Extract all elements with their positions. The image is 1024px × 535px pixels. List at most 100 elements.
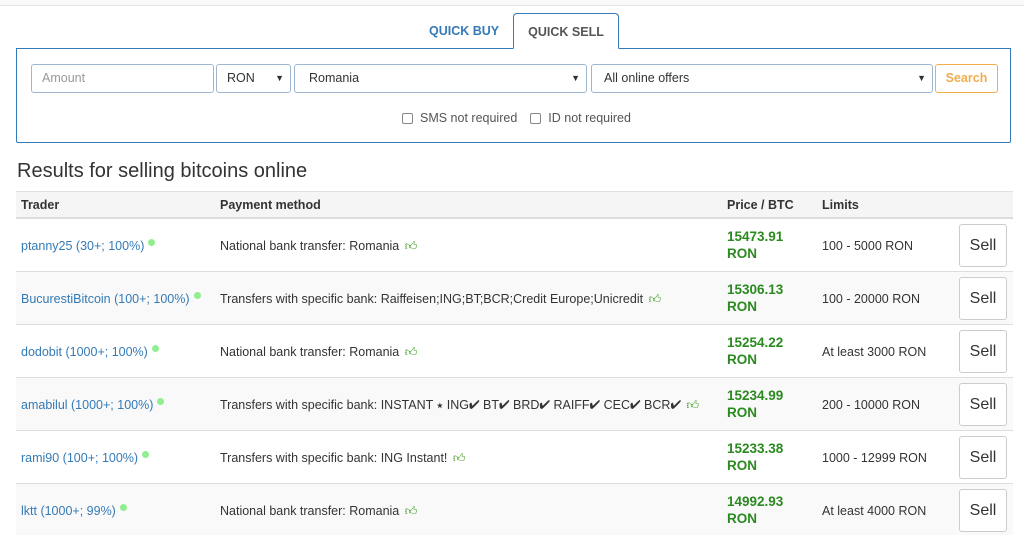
sell-button[interactable]: Sell — [959, 489, 1007, 532]
caret-down-icon: ▼ — [571, 73, 580, 83]
payment-method: Transfers with specific bank: Raiffeisen… — [220, 292, 661, 307]
offers-value: All online offers — [604, 71, 690, 85]
country-value: Romania — [309, 71, 360, 85]
limits: At least 3000 RON — [822, 345, 927, 359]
sell-button[interactable]: Sell — [959, 224, 1007, 267]
trader-link[interactable]: rami90 (100+; 100%) — [21, 451, 150, 465]
currency-select[interactable]: RON ▼ — [216, 64, 291, 93]
payment-text: Transfers with specific bank: Raiffeisen… — [220, 292, 644, 306]
online-dot-icon — [148, 239, 156, 246]
online-dot-icon — [157, 398, 165, 405]
sell-button[interactable]: Sell — [959, 330, 1007, 373]
online-dot-icon — [151, 345, 159, 352]
tab-quick-buy[interactable]: QUICK BUY — [415, 13, 513, 49]
search-button[interactable]: Search — [935, 64, 998, 93]
payment-text: Transfers with specific bank: ING Instan… — [220, 451, 448, 465]
trader-link[interactable]: amabilul (1000+; 100%) — [21, 398, 165, 412]
sell-button[interactable]: Sell — [959, 436, 1007, 479]
limits: 1000 - 12999 RON — [822, 451, 927, 465]
table-row: BucurestiBitcoin (100+; 100%) Transfers … — [16, 272, 1013, 325]
trader-name: amabilul (1000+; 100%) — [21, 398, 154, 412]
table-row: ptanny25 (30+; 100%) National bank trans… — [16, 219, 1013, 272]
price: 14992.93 RON — [727, 493, 783, 527]
price-value: 15254.22 — [727, 335, 784, 350]
price: 15473.91 RON — [727, 228, 783, 262]
header-price: Price / BTC — [727, 198, 794, 212]
price: 15254.22 RON — [727, 334, 783, 368]
limits: At least 4000 RON — [822, 504, 927, 518]
table-row: lktt (1000+; 99%) National bank transfer… — [16, 484, 1013, 535]
filter-checkboxes: SMS not required ID not required — [402, 111, 644, 125]
sms-filter[interactable]: SMS not required — [402, 111, 517, 125]
caret-down-icon: ▼ — [917, 73, 926, 83]
thumbs-up-icon: 👍︎ — [686, 398, 700, 412]
payment-text: National bank transfer: Romania — [220, 239, 400, 253]
thumbs-up-icon: 👍︎ — [648, 292, 662, 306]
table-row: dodobit (1000+; 100%) National bank tran… — [16, 325, 1013, 378]
header-payment: Payment method — [220, 198, 321, 212]
trader-link[interactable]: lktt (1000+; 99%) — [21, 504, 127, 518]
tab-quick-sell[interactable]: QUICK SELL — [513, 13, 619, 49]
trader-name: lktt (1000+; 99%) — [21, 504, 116, 518]
sms-label: SMS not required — [420, 111, 518, 125]
table-header: Trader Payment method Price / BTC Limits — [16, 191, 1013, 219]
price-value: 15306.13 — [727, 282, 784, 297]
price: 15306.13 RON — [727, 281, 783, 315]
payment-method: Transfers with specific bank: INSTANT ⭑ … — [220, 398, 699, 413]
results-table: Trader Payment method Price / BTC Limits… — [16, 191, 1013, 535]
thumbs-up-icon: 👍︎ — [404, 239, 418, 253]
country-select[interactable]: Romania ▼ — [294, 64, 587, 93]
amount-input[interactable]: Amount — [31, 64, 214, 93]
limits: 100 - 20000 RON — [822, 292, 920, 306]
table-row: amabilul (1000+; 100%) Transfers with sp… — [16, 378, 1013, 431]
header-trader: Trader — [21, 198, 60, 212]
search-panel: Amount RON ▼ Romania ▼ All online offers… — [16, 48, 1011, 143]
limits: 100 - 5000 RON — [822, 239, 914, 253]
price: 15234.99 RON — [727, 387, 783, 421]
payment-method: National bank transfer: Romania 👍︎ — [220, 239, 417, 254]
price-value: 14992.93 — [727, 494, 784, 509]
sms-checkbox[interactable] — [402, 112, 413, 124]
price-currency: RON — [727, 458, 757, 473]
payment-text: National bank transfer: Romania — [220, 504, 400, 518]
id-filter[interactable]: ID not required — [530, 111, 631, 125]
online-dot-icon — [142, 451, 150, 458]
currency-value: RON — [227, 71, 255, 85]
trader-name: dodobit (1000+; 100%) — [21, 345, 148, 359]
trader-name: rami90 (100+; 100%) — [21, 451, 139, 465]
payment-method: National bank transfer: Romania 👍︎ — [220, 504, 417, 519]
payment-text: Transfers with specific bank: INSTANT ⭑ … — [220, 398, 682, 412]
online-dot-icon — [119, 504, 127, 511]
online-dot-icon — [193, 292, 201, 299]
thumbs-up-icon: 👍︎ — [452, 451, 466, 465]
header-limits: Limits — [822, 198, 859, 212]
trader-name: BucurestiBitcoin (100+; 100%) — [21, 292, 190, 306]
price-currency: RON — [727, 246, 757, 261]
trader-link[interactable]: ptanny25 (30+; 100%) — [21, 239, 156, 253]
tab-bar: QUICK BUY QUICK SELL — [415, 13, 619, 49]
results-title: Results for selling bitcoins online — [17, 160, 308, 182]
trader-name: ptanny25 (30+; 100%) — [21, 239, 145, 253]
price: 15233.38 RON — [727, 440, 783, 474]
payment-method: National bank transfer: Romania 👍︎ — [220, 345, 417, 360]
thumbs-up-icon: 👍︎ — [404, 504, 418, 518]
price-currency: RON — [727, 352, 757, 367]
thumbs-up-icon: 👍︎ — [404, 345, 418, 359]
top-border — [0, 0, 1024, 6]
trader-link[interactable]: dodobit (1000+; 100%) — [21, 345, 159, 359]
sell-button[interactable]: Sell — [959, 383, 1007, 426]
sell-button[interactable]: Sell — [959, 277, 1007, 320]
id-label: ID not required — [548, 111, 631, 125]
price-value: 15473.91 — [727, 229, 784, 244]
id-checkbox[interactable] — [530, 112, 542, 124]
trader-link[interactable]: BucurestiBitcoin (100+; 100%) — [21, 292, 201, 306]
payment-method: Transfers with specific bank: ING Instan… — [220, 451, 465, 466]
price-currency: RON — [727, 405, 757, 420]
offers-select[interactable]: All online offers ▼ — [591, 64, 933, 93]
caret-down-icon: ▼ — [275, 73, 284, 83]
price-currency: RON — [727, 511, 757, 526]
price-currency: RON — [727, 299, 757, 314]
limits: 200 - 10000 RON — [822, 398, 920, 412]
price-value: 15233.38 — [727, 441, 784, 456]
payment-text: National bank transfer: Romania — [220, 345, 400, 359]
